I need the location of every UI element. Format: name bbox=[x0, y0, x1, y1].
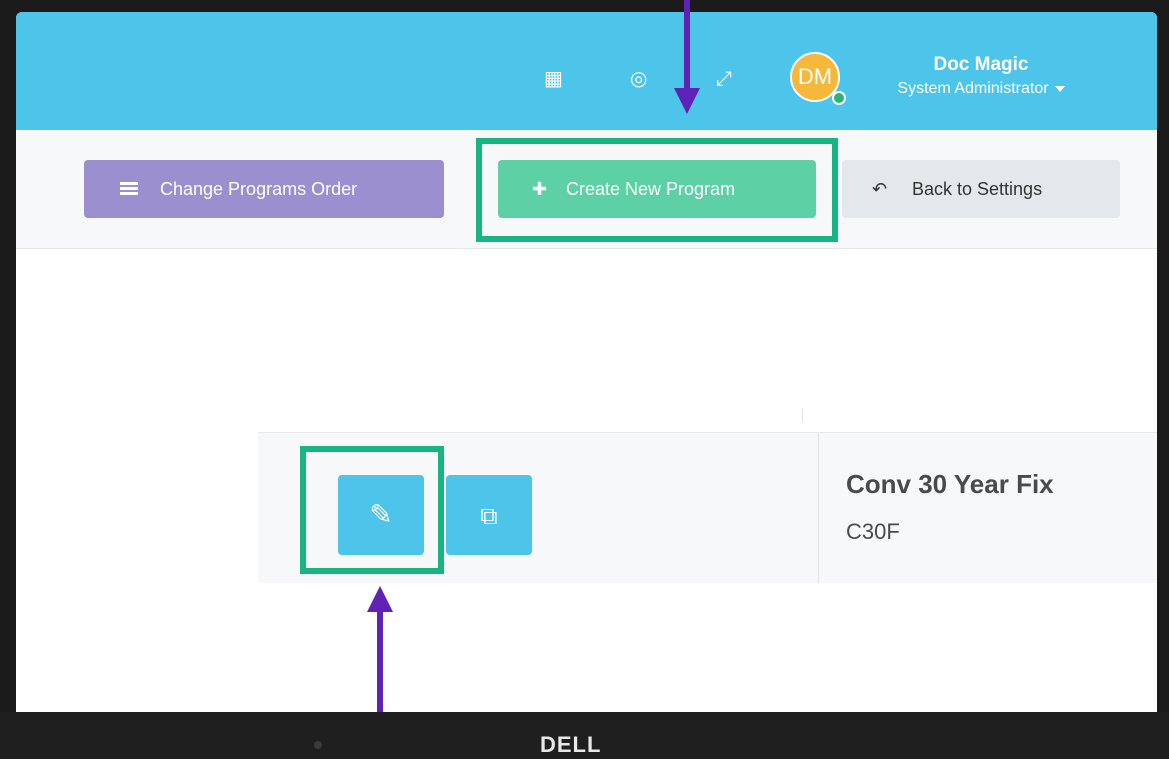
dell-logo: DELL bbox=[540, 732, 602, 757]
top-header-bar: ▦ ◎ ⤢ DM Doc Magic System Administrator bbox=[16, 12, 1157, 130]
arrow-down-annotation bbox=[684, 0, 690, 92]
change-programs-order-button[interactable]: Change Programs Order bbox=[84, 160, 444, 218]
copy-icon: ⧉ bbox=[480, 502, 498, 530]
create-button-highlight bbox=[476, 138, 838, 242]
program-name: Conv 30 Year Fix bbox=[846, 469, 1054, 499]
back-label: Back to Settings bbox=[912, 179, 1043, 199]
help-icon[interactable]: ◎ bbox=[630, 66, 647, 90]
arrow-up-head bbox=[367, 586, 393, 612]
user-name[interactable]: Doc Magic bbox=[866, 54, 1096, 76]
reply-arrow-icon: ↶ bbox=[872, 179, 888, 200]
online-status-dot bbox=[832, 91, 846, 105]
change-order-label: Change Programs Order bbox=[160, 179, 358, 199]
edit-button-highlight bbox=[300, 446, 444, 574]
back-to-settings-button[interactable]: ↶ Back to Settings bbox=[842, 160, 1120, 218]
user-role-dropdown[interactable]: System Administrator bbox=[866, 80, 1096, 98]
chevron-down-icon bbox=[1054, 85, 1065, 92]
camera-dot bbox=[314, 741, 322, 749]
copy-program-button[interactable]: ⧉ bbox=[446, 475, 532, 555]
arrow-down-head bbox=[674, 88, 700, 114]
program-code: C30F bbox=[846, 519, 900, 544]
user-role-label: System Administrator bbox=[897, 80, 1049, 97]
fullscreen-icon[interactable]: ⤢ bbox=[716, 66, 732, 90]
column-divider bbox=[818, 433, 819, 583]
list-icon bbox=[120, 181, 138, 195]
calendar-icon[interactable]: ▦ bbox=[544, 66, 563, 90]
column-divider-top bbox=[802, 408, 803, 422]
app-screen: ▦ ◎ ⤢ DM Doc Magic System Administrator … bbox=[16, 12, 1157, 712]
